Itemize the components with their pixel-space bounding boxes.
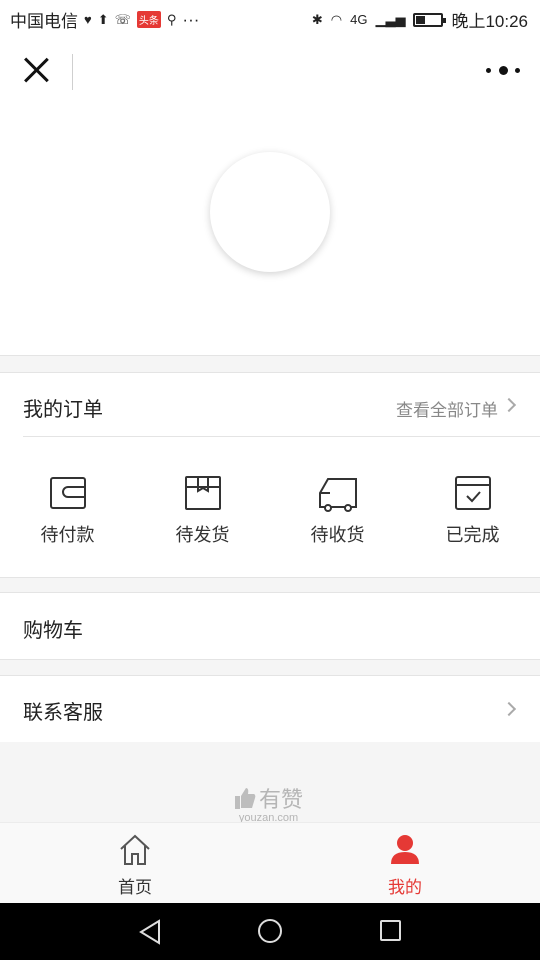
order-status-label: 待收货 bbox=[310, 525, 365, 545]
status-right: ✱ ◠ 4G ▁▃▅ 晚上10:26 bbox=[312, 7, 528, 32]
heart-rate-icon: ♥ bbox=[84, 12, 92, 27]
battery-icon bbox=[413, 12, 447, 27]
dot-icon bbox=[498, 65, 508, 75]
footer-area: 有赞 youzan.com bbox=[0, 742, 540, 824]
recent-apps-icon[interactable] bbox=[380, 920, 401, 941]
brand-name: 有赞 bbox=[259, 787, 304, 812]
cart-label: 购物车 bbox=[23, 620, 83, 642]
dot-icon bbox=[515, 67, 520, 73]
chevron-right-icon bbox=[501, 397, 517, 413]
wifi-icon: ◠ bbox=[330, 12, 343, 27]
close-icon[interactable] bbox=[22, 56, 50, 84]
profile-header bbox=[0, 108, 540, 356]
home-circle-icon[interactable] bbox=[258, 919, 282, 943]
brand-logo: 有赞 youzan.com bbox=[234, 782, 303, 824]
tab-home[interactable]: 首页 bbox=[0, 823, 270, 903]
upload-icon: ⬆ bbox=[97, 12, 109, 27]
section-gap bbox=[0, 355, 540, 373]
clock: 晚上10:26 bbox=[451, 12, 528, 31]
back-icon[interactable] bbox=[138, 919, 162, 945]
order-status-label: 待付款 bbox=[40, 525, 95, 545]
truck-icon bbox=[318, 478, 357, 512]
home-icon bbox=[120, 834, 150, 865]
order-status-list: 待付款 待发货 待收货 已完成 bbox=[0, 473, 540, 553]
orders-section: 我的订单 查看全部订单 待付款 待发货 待收货 已完成 bbox=[0, 373, 540, 577]
thumbs-up-icon bbox=[235, 788, 256, 809]
tab-label: 首页 bbox=[118, 878, 152, 897]
customer-service-label: 联系客服 bbox=[23, 702, 103, 724]
orders-header[interactable]: 我的订单 查看全部订单 bbox=[0, 373, 540, 437]
view-all-orders-link[interactable]: 查看全部订单 bbox=[396, 396, 498, 421]
status-left: 中国电信 ♥ ⬆ ☏ 头条 ⚲ ··· bbox=[10, 7, 199, 32]
avatar[interactable] bbox=[210, 152, 330, 272]
order-status-label: 已完成 bbox=[445, 525, 500, 545]
location-icon: ⚲ bbox=[166, 12, 177, 27]
orders-title: 我的订单 bbox=[23, 399, 103, 421]
more-notifications: ··· bbox=[182, 9, 200, 29]
dot-icon bbox=[486, 67, 491, 73]
order-status-completed[interactable]: 已完成 bbox=[405, 473, 540, 553]
top-nav bbox=[0, 36, 540, 108]
status-bar: 中国电信 ♥ ⬆ ☏ 头条 ⚲ ··· ✱ ◠ 4G ▁▃▅ 晚上10:26 bbox=[0, 0, 540, 36]
section-gap bbox=[0, 659, 540, 676]
tab-label: 我的 bbox=[388, 878, 422, 897]
more-options-button[interactable] bbox=[486, 62, 520, 78]
cart-row[interactable]: 购物车 bbox=[0, 593, 540, 659]
network-type: 4G bbox=[350, 12, 368, 27]
missed-call-icon: ☏ bbox=[114, 12, 131, 27]
section-gap bbox=[0, 577, 540, 593]
tab-mine[interactable]: 我的 bbox=[270, 823, 540, 903]
wallet-icon bbox=[49, 477, 86, 509]
divider bbox=[23, 436, 540, 437]
calendar-check-icon bbox=[454, 476, 491, 510]
signal-icon: ▁▃▅ bbox=[375, 12, 406, 27]
order-status-label: 待发货 bbox=[175, 525, 230, 545]
order-status-pending-payment[interactable]: 待付款 bbox=[0, 473, 135, 553]
system-nav-bar bbox=[0, 903, 540, 960]
carrier-name: 中国电信 bbox=[10, 12, 78, 31]
order-status-pending-receipt[interactable]: 待收货 bbox=[270, 473, 405, 553]
nav-divider bbox=[72, 54, 73, 90]
order-status-pending-shipment[interactable]: 待发货 bbox=[135, 473, 270, 553]
customer-service-row[interactable]: 联系客服 bbox=[0, 676, 540, 742]
user-icon bbox=[391, 835, 419, 864]
package-icon bbox=[184, 476, 221, 510]
bluetooth-icon: ✱ bbox=[311, 12, 323, 27]
news-badge-icon: 头条 bbox=[136, 11, 161, 28]
chevron-right-icon bbox=[501, 701, 517, 717]
bottom-tab-bar: 首页 我的 bbox=[0, 822, 540, 903]
